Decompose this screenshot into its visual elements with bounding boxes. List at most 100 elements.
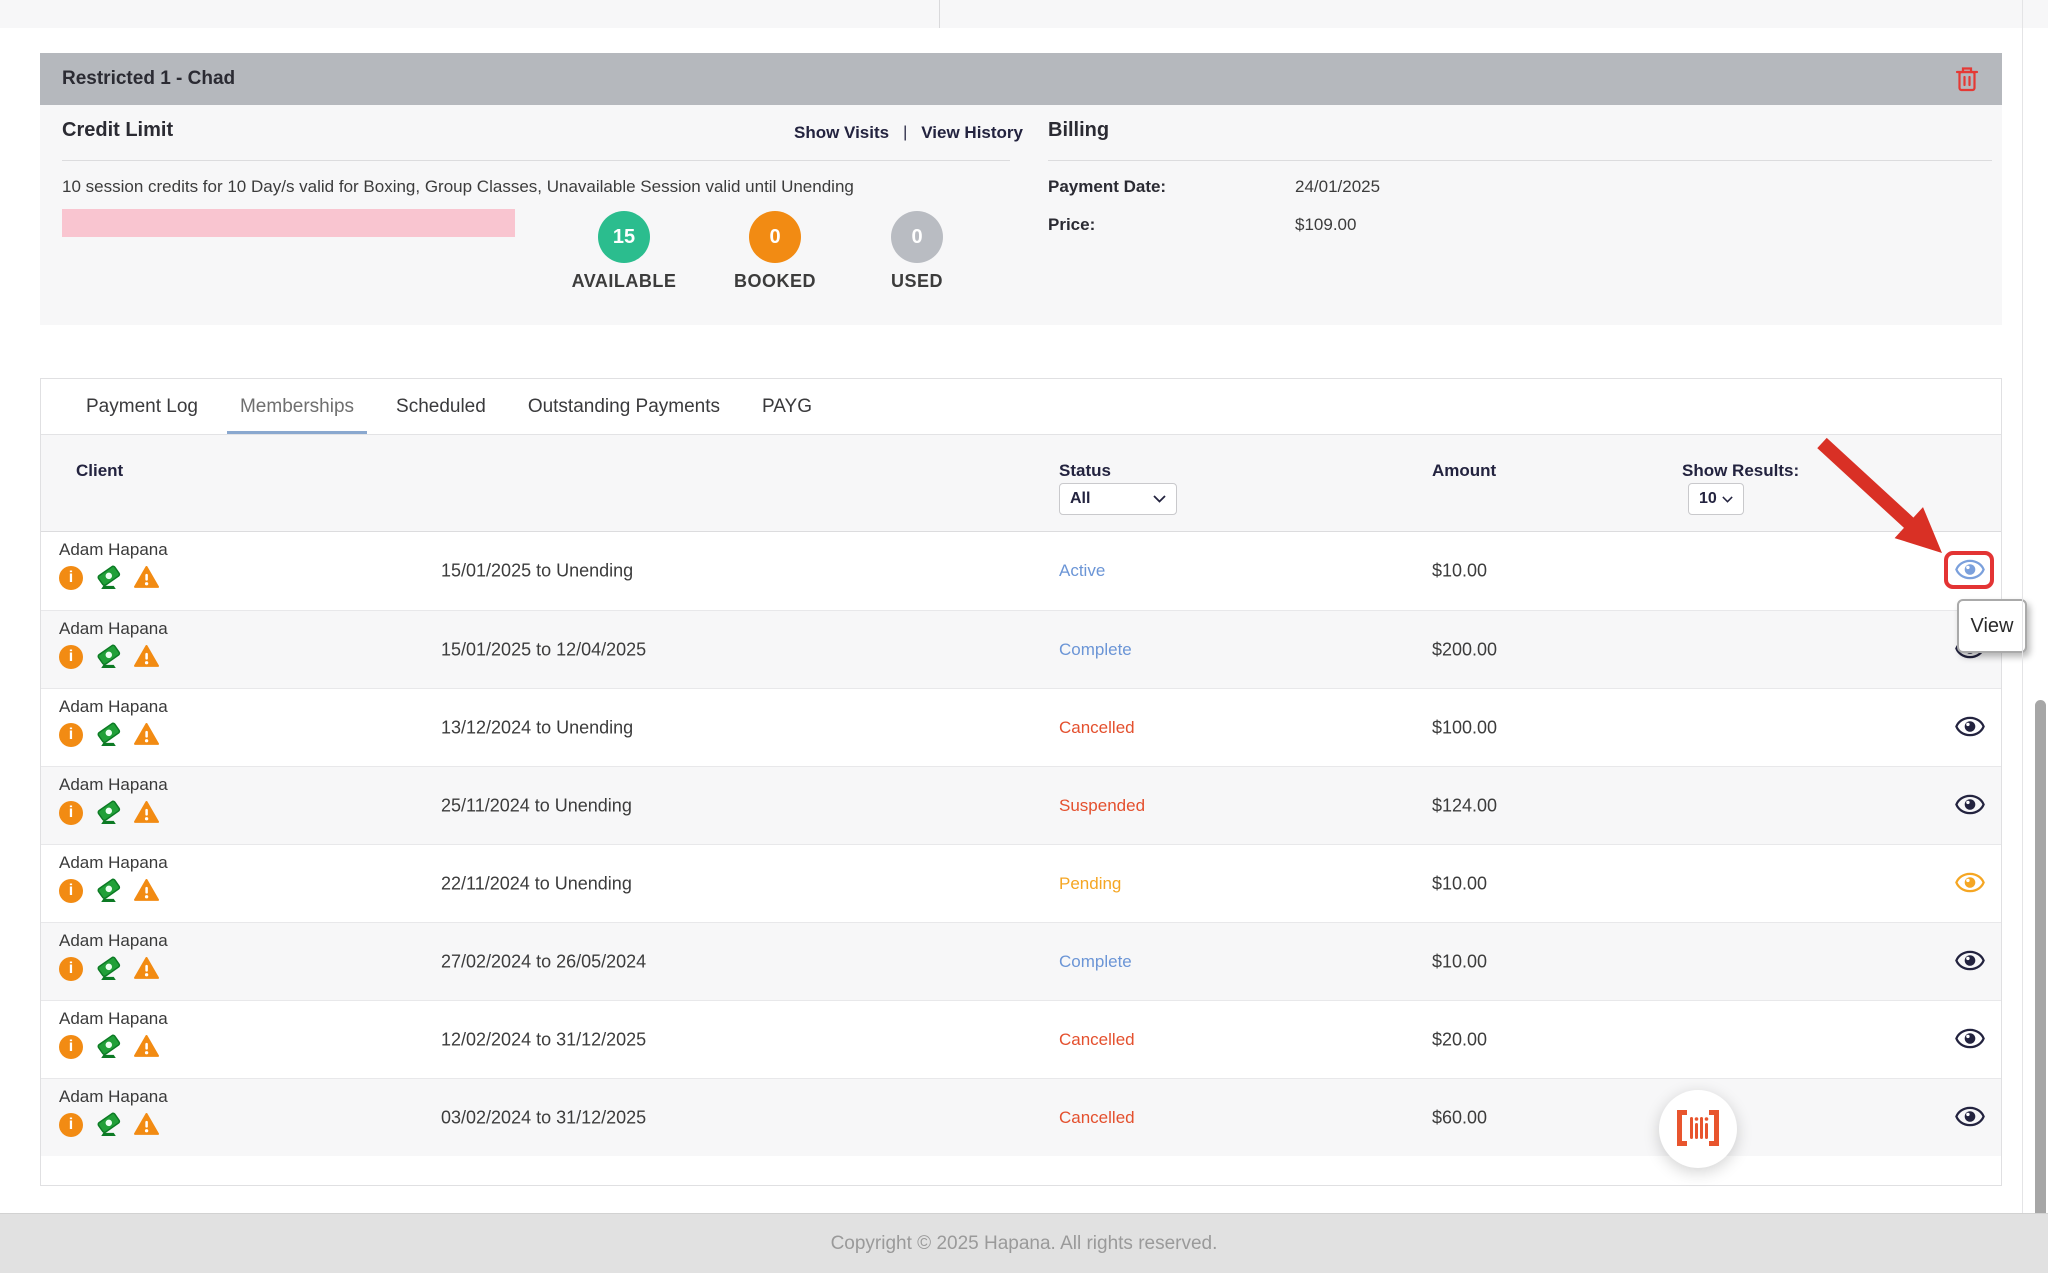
client-name: Adam Hapana — [59, 853, 168, 873]
membership-status: Cancelled — [1059, 1030, 1135, 1050]
view-eye-button[interactable] — [1948, 867, 1992, 901]
membership-amount: $124.00 — [1432, 795, 1497, 816]
barcode-scan-button[interactable] — [1659, 1090, 1737, 1168]
billing-divider — [1048, 160, 1992, 161]
membership-rows: Adam Hapana i — [41, 532, 2001, 1156]
top-divider — [939, 0, 940, 28]
tab-payg[interactable]: PAYG — [741, 379, 833, 434]
membership-amount: $10.00 — [1432, 561, 1487, 582]
warning-icon[interactable] — [134, 1034, 159, 1059]
payment-icon[interactable] — [96, 644, 121, 669]
eye-icon — [1955, 950, 1985, 974]
warning-icon[interactable] — [134, 644, 159, 669]
show-visits-link[interactable]: Show Visits — [794, 123, 889, 143]
membership-amount: $10.00 — [1432, 873, 1487, 894]
info-icon[interactable]: i — [59, 801, 83, 825]
info-icon[interactable]: i — [59, 1035, 83, 1059]
counter-circle: 0 — [891, 211, 943, 263]
tabs: Payment LogMembershipsScheduledOutstandi… — [41, 379, 2001, 435]
warning-icon[interactable] — [134, 722, 159, 747]
info-icon[interactable]: i — [59, 957, 83, 981]
delete-membership-button[interactable] — [1954, 66, 1980, 92]
view-eye-button[interactable] — [1948, 554, 1992, 588]
payment-date-label: Payment Date: — [1048, 177, 1166, 197]
info-icon[interactable]: i — [59, 645, 83, 669]
warning-icon[interactable] — [134, 800, 159, 825]
membership-dates: 25/11/2024 to Unending — [441, 795, 632, 816]
membership-row: Adam Hapana i — [41, 688, 2001, 766]
counter-circle: 15 — [598, 211, 650, 263]
payment-icon[interactable] — [96, 956, 121, 981]
trash-icon — [1955, 80, 1979, 95]
barcode-scan-icon — [1676, 1109, 1720, 1150]
membership-dates: 15/01/2025 to 12/04/2025 — [441, 639, 646, 660]
client-name: Adam Hapana — [59, 1009, 168, 1029]
warning-icon[interactable] — [134, 565, 159, 590]
billing-title: Billing — [1048, 119, 1109, 142]
payment-date-value: 24/01/2025 — [1295, 177, 1380, 197]
view-eye-button[interactable] — [1948, 945, 1992, 979]
membership-status: Active — [1059, 561, 1105, 581]
eye-icon — [1955, 872, 1985, 896]
membership-status: Suspended — [1059, 796, 1145, 816]
tab-memberships[interactable]: Memberships — [219, 379, 375, 434]
client-name: Adam Hapana — [59, 619, 168, 639]
warning-icon[interactable] — [134, 956, 159, 981]
view-eye-button[interactable] — [1948, 711, 1992, 745]
tab-scheduled[interactable]: Scheduled — [375, 379, 507, 434]
tab-outstanding-payments[interactable]: Outstanding Payments — [507, 379, 741, 434]
payment-icon[interactable] — [96, 565, 121, 590]
payment-icon[interactable] — [96, 1034, 121, 1059]
view-eye-button[interactable] — [1948, 1101, 1992, 1135]
payment-icon[interactable] — [96, 800, 121, 825]
table-filter-row: Client Status All Amount Show Results: 1… — [41, 435, 2001, 532]
membership-row: Adam Hapana i — [41, 766, 2001, 844]
info-icon[interactable]: i — [59, 1113, 83, 1137]
view-tooltip: View — [1957, 599, 2027, 653]
payment-icon[interactable] — [96, 722, 121, 747]
counter-label: BOOKED — [705, 271, 845, 292]
membership-dates: 15/01/2025 to Unending — [441, 561, 633, 582]
credit-links: Show Visits | View History — [794, 123, 1023, 143]
summary-panel: Credit Limit Show Visits | View History … — [40, 105, 2002, 325]
tab-payment-log[interactable]: Payment Log — [65, 379, 219, 434]
page-scrollbar[interactable] — [2035, 700, 2046, 1273]
eye-icon — [1955, 716, 1985, 740]
warning-icon[interactable] — [134, 878, 159, 903]
membership-amount: $60.00 — [1432, 1107, 1487, 1128]
footer: Copyright © 2025 Hapana. All rights rese… — [0, 1213, 2048, 1273]
membership-amount: $200.00 — [1432, 639, 1497, 660]
membership-status: Cancelled — [1059, 1108, 1135, 1128]
payment-icon[interactable] — [96, 1112, 121, 1137]
client-name: Adam Hapana — [59, 697, 168, 717]
copyright-text: Copyright © 2025 Hapana. All rights rese… — [831, 1233, 1218, 1255]
membership-status: Complete — [1059, 952, 1132, 972]
info-icon[interactable]: i — [59, 723, 83, 747]
credit-progress-bar — [62, 209, 515, 237]
view-eye-button[interactable] — [1948, 1023, 1992, 1057]
eye-icon — [1955, 794, 1985, 818]
membership-dates: 27/02/2024 to 26/05/2024 — [441, 951, 646, 972]
warning-icon[interactable] — [134, 1112, 159, 1137]
counter-used: 0 USED — [847, 211, 987, 292]
status-select[interactable]: All — [1059, 483, 1177, 515]
memberships-card: Payment LogMembershipsScheduledOutstandi… — [40, 378, 2002, 1186]
client-name: Adam Hapana — [59, 775, 168, 795]
membership-status: Pending — [1059, 874, 1121, 894]
credit-description: 10 session credits for 10 Day/s valid fo… — [62, 177, 854, 197]
link-divider: | — [903, 124, 907, 142]
show-results-value: 10 — [1699, 490, 1717, 508]
show-results-label: Show Results: — [1682, 461, 1799, 481]
view-history-link[interactable]: View History — [921, 123, 1023, 143]
show-results-select[interactable]: 10 — [1688, 483, 1744, 515]
credit-divider — [62, 160, 1010, 161]
membership-header-bar: Restricted 1 - Chad — [40, 53, 2002, 105]
info-icon[interactable]: i — [59, 879, 83, 903]
eye-icon — [1955, 1028, 1985, 1052]
membership-dates: 13/12/2024 to Unending — [441, 717, 633, 738]
status-select-value: All — [1070, 490, 1090, 508]
payment-icon[interactable] — [96, 878, 121, 903]
view-eye-button[interactable] — [1948, 789, 1992, 823]
info-icon[interactable]: i — [59, 566, 83, 590]
membership-row: Adam Hapana i — [41, 610, 2001, 688]
